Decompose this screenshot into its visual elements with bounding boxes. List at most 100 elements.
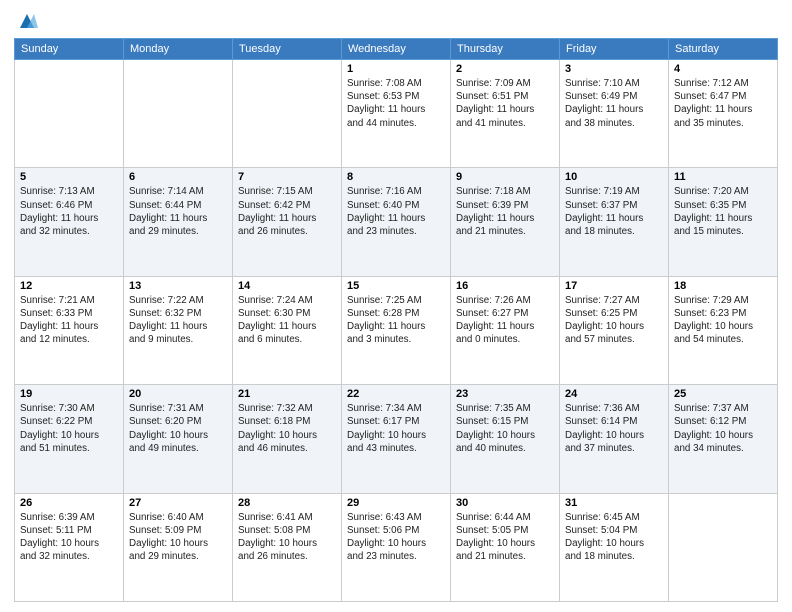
calendar-cell: 2Sunrise: 7:09 AM Sunset: 6:51 PM Daylig… [451, 60, 560, 168]
weekday-header-friday: Friday [560, 39, 669, 60]
calendar-cell: 13 Sunrise: 7:22 AM Sunset: 6:32 PM Dayli… [124, 276, 233, 384]
calendar-cell: 9Sunrise: 7:18 AM Sunset: 6:39 PM Daylig… [451, 168, 560, 276]
calendar-cell: 29 Sunrise: 6:43 AM Sunset: 5:06 PM Dayli… [342, 493, 451, 601]
day-info: Sunrise: 7:14 AM Sunset: 6:44 PM Dayligh… [129, 185, 227, 238]
day-number: 21 [238, 388, 336, 400]
day-number: 16 [456, 280, 554, 292]
weekday-header-sunday: Sunday [15, 39, 124, 60]
calendar-cell: 1Sunrise: 7:08 AM Sunset: 6:53 PM Daylig… [342, 60, 451, 168]
calendar-cell [124, 60, 233, 168]
calendar-cell: 15 Sunrise: 7:25 AM Sunset: 6:28 PM Dayli… [342, 276, 451, 384]
day-info: Sunrise: 6:40 AM Sunset: 5:09 PM Dayligh… [129, 511, 227, 564]
calendar-cell [233, 60, 342, 168]
day-number: 8 [347, 171, 445, 183]
day-info: Sunrise: 7:08 AM Sunset: 6:53 PM Dayligh… [347, 77, 445, 130]
calendar-cell: 20 Sunrise: 7:31 AM Sunset: 6:20 PM Dayli… [124, 385, 233, 493]
calendar-cell: 28 Sunrise: 6:41 AM Sunset: 5:08 PM Dayli… [233, 493, 342, 601]
calendar-week-row: 12 Sunrise: 7:21 AM Sunset: 6:33 PM Dayli… [15, 276, 778, 384]
calendar-cell: 26 Sunrise: 6:39 AM Sunset: 5:11 PM Dayli… [15, 493, 124, 601]
calendar-cell: 14 Sunrise: 7:24 AM Sunset: 6:30 PM Dayli… [233, 276, 342, 384]
day-info: Sunrise: 7:15 AM Sunset: 6:42 PM Dayligh… [238, 185, 336, 238]
day-number: 24 [565, 388, 663, 400]
day-info: Sunrise: 6:41 AM Sunset: 5:08 PM Dayligh… [238, 511, 336, 564]
day-number: 12 [20, 280, 118, 292]
calendar-cell: 31 Sunrise: 6:45 AM Sunset: 5:04 PM Dayli… [560, 493, 669, 601]
calendar-cell: 17 Sunrise: 7:27 AM Sunset: 6:25 PM Dayli… [560, 276, 669, 384]
calendar-cell: 21 Sunrise: 7:32 AM Sunset: 6:18 PM Dayli… [233, 385, 342, 493]
day-number: 27 [129, 497, 227, 509]
calendar-cell [15, 60, 124, 168]
calendar-table: SundayMondayTuesdayWednesdayThursdayFrid… [14, 38, 778, 602]
day-info: Sunrise: 7:31 AM Sunset: 6:20 PM Dayligh… [129, 402, 227, 455]
day-info: Sunrise: 7:12 AM Sunset: 6:47 PM Dayligh… [674, 77, 772, 130]
day-number: 26 [20, 497, 118, 509]
logo-icon [16, 10, 38, 32]
day-info: Sunrise: 6:44 AM Sunset: 5:05 PM Dayligh… [456, 511, 554, 564]
day-info: Sunrise: 6:45 AM Sunset: 5:04 PM Dayligh… [565, 511, 663, 564]
calendar-week-row: 1Sunrise: 7:08 AM Sunset: 6:53 PM Daylig… [15, 60, 778, 168]
day-info: Sunrise: 7:26 AM Sunset: 6:27 PM Dayligh… [456, 294, 554, 347]
calendar-cell: 25Sunrise: 7:37 AM Sunset: 6:12 PM Dayli… [669, 385, 778, 493]
day-info: Sunrise: 7:37 AM Sunset: 6:12 PM Dayligh… [674, 402, 772, 455]
day-number: 29 [347, 497, 445, 509]
day-info: Sunrise: 7:27 AM Sunset: 6:25 PM Dayligh… [565, 294, 663, 347]
calendar-cell: 19Sunrise: 7:30 AM Sunset: 6:22 PM Dayli… [15, 385, 124, 493]
day-info: Sunrise: 7:36 AM Sunset: 6:14 PM Dayligh… [565, 402, 663, 455]
day-info: Sunrise: 7:13 AM Sunset: 6:46 PM Dayligh… [20, 185, 118, 238]
calendar-cell: 22Sunrise: 7:34 AM Sunset: 6:17 PM Dayli… [342, 385, 451, 493]
day-number: 31 [565, 497, 663, 509]
calendar-cell: 11 Sunrise: 7:20 AM Sunset: 6:35 PM Dayli… [669, 168, 778, 276]
calendar-week-row: 26 Sunrise: 6:39 AM Sunset: 5:11 PM Dayli… [15, 493, 778, 601]
calendar-cell: 30Sunrise: 6:44 AM Sunset: 5:05 PM Dayli… [451, 493, 560, 601]
day-number: 5 [20, 171, 118, 183]
day-number: 18 [674, 280, 772, 292]
day-number: 28 [238, 497, 336, 509]
day-info: Sunrise: 7:22 AM Sunset: 6:32 PM Dayligh… [129, 294, 227, 347]
day-info: Sunrise: 7:34 AM Sunset: 6:17 PM Dayligh… [347, 402, 445, 455]
day-info: Sunrise: 6:39 AM Sunset: 5:11 PM Dayligh… [20, 511, 118, 564]
day-number: 11 [674, 171, 772, 183]
weekday-header-row: SundayMondayTuesdayWednesdayThursdayFrid… [15, 39, 778, 60]
day-info: Sunrise: 7:09 AM Sunset: 6:51 PM Dayligh… [456, 77, 554, 130]
calendar-cell: 4 Sunrise: 7:12 AM Sunset: 6:47 PM Daylig… [669, 60, 778, 168]
calendar-cell: 24 Sunrise: 7:36 AM Sunset: 6:14 PM Dayli… [560, 385, 669, 493]
day-info: Sunrise: 7:19 AM Sunset: 6:37 PM Dayligh… [565, 185, 663, 238]
calendar-cell: 7Sunrise: 7:15 AM Sunset: 6:42 PM Daylig… [233, 168, 342, 276]
day-number: 13 [129, 280, 227, 292]
day-info: Sunrise: 6:43 AM Sunset: 5:06 PM Dayligh… [347, 511, 445, 564]
calendar-cell: 16 Sunrise: 7:26 AM Sunset: 6:27 PM Dayli… [451, 276, 560, 384]
day-number: 14 [238, 280, 336, 292]
calendar-cell: 10Sunrise: 7:19 AM Sunset: 6:37 PM Dayli… [560, 168, 669, 276]
weekday-header-saturday: Saturday [669, 39, 778, 60]
day-info: Sunrise: 7:32 AM Sunset: 6:18 PM Dayligh… [238, 402, 336, 455]
weekday-header-tuesday: Tuesday [233, 39, 342, 60]
calendar-week-row: 19Sunrise: 7:30 AM Sunset: 6:22 PM Dayli… [15, 385, 778, 493]
calendar-cell: 23 Sunrise: 7:35 AM Sunset: 6:15 PM Dayli… [451, 385, 560, 493]
header [14, 10, 778, 30]
weekday-header-monday: Monday [124, 39, 233, 60]
calendar-week-row: 5 Sunrise: 7:13 AM Sunset: 6:46 PM Daylig… [15, 168, 778, 276]
day-info: Sunrise: 7:35 AM Sunset: 6:15 PM Dayligh… [456, 402, 554, 455]
weekday-header-wednesday: Wednesday [342, 39, 451, 60]
day-number: 19 [20, 388, 118, 400]
day-number: 3 [565, 63, 663, 75]
calendar-cell: 6Sunrise: 7:14 AM Sunset: 6:44 PM Daylig… [124, 168, 233, 276]
calendar-cell: 3Sunrise: 7:10 AM Sunset: 6:49 PM Daylig… [560, 60, 669, 168]
day-number: 23 [456, 388, 554, 400]
calendar-cell: 8Sunrise: 7:16 AM Sunset: 6:40 PM Daylig… [342, 168, 451, 276]
day-info: Sunrise: 7:20 AM Sunset: 6:35 PM Dayligh… [674, 185, 772, 238]
day-number: 15 [347, 280, 445, 292]
logo [14, 10, 38, 30]
day-number: 17 [565, 280, 663, 292]
day-info: Sunrise: 7:21 AM Sunset: 6:33 PM Dayligh… [20, 294, 118, 347]
day-number: 9 [456, 171, 554, 183]
day-info: Sunrise: 7:24 AM Sunset: 6:30 PM Dayligh… [238, 294, 336, 347]
day-info: Sunrise: 7:25 AM Sunset: 6:28 PM Dayligh… [347, 294, 445, 347]
day-info: Sunrise: 7:29 AM Sunset: 6:23 PM Dayligh… [674, 294, 772, 347]
calendar-cell [669, 493, 778, 601]
page: SundayMondayTuesdayWednesdayThursdayFrid… [0, 0, 792, 612]
day-number: 4 [674, 63, 772, 75]
calendar-cell: 12 Sunrise: 7:21 AM Sunset: 6:33 PM Dayli… [15, 276, 124, 384]
calendar-cell: 27 Sunrise: 6:40 AM Sunset: 5:09 PM Dayli… [124, 493, 233, 601]
day-number: 20 [129, 388, 227, 400]
